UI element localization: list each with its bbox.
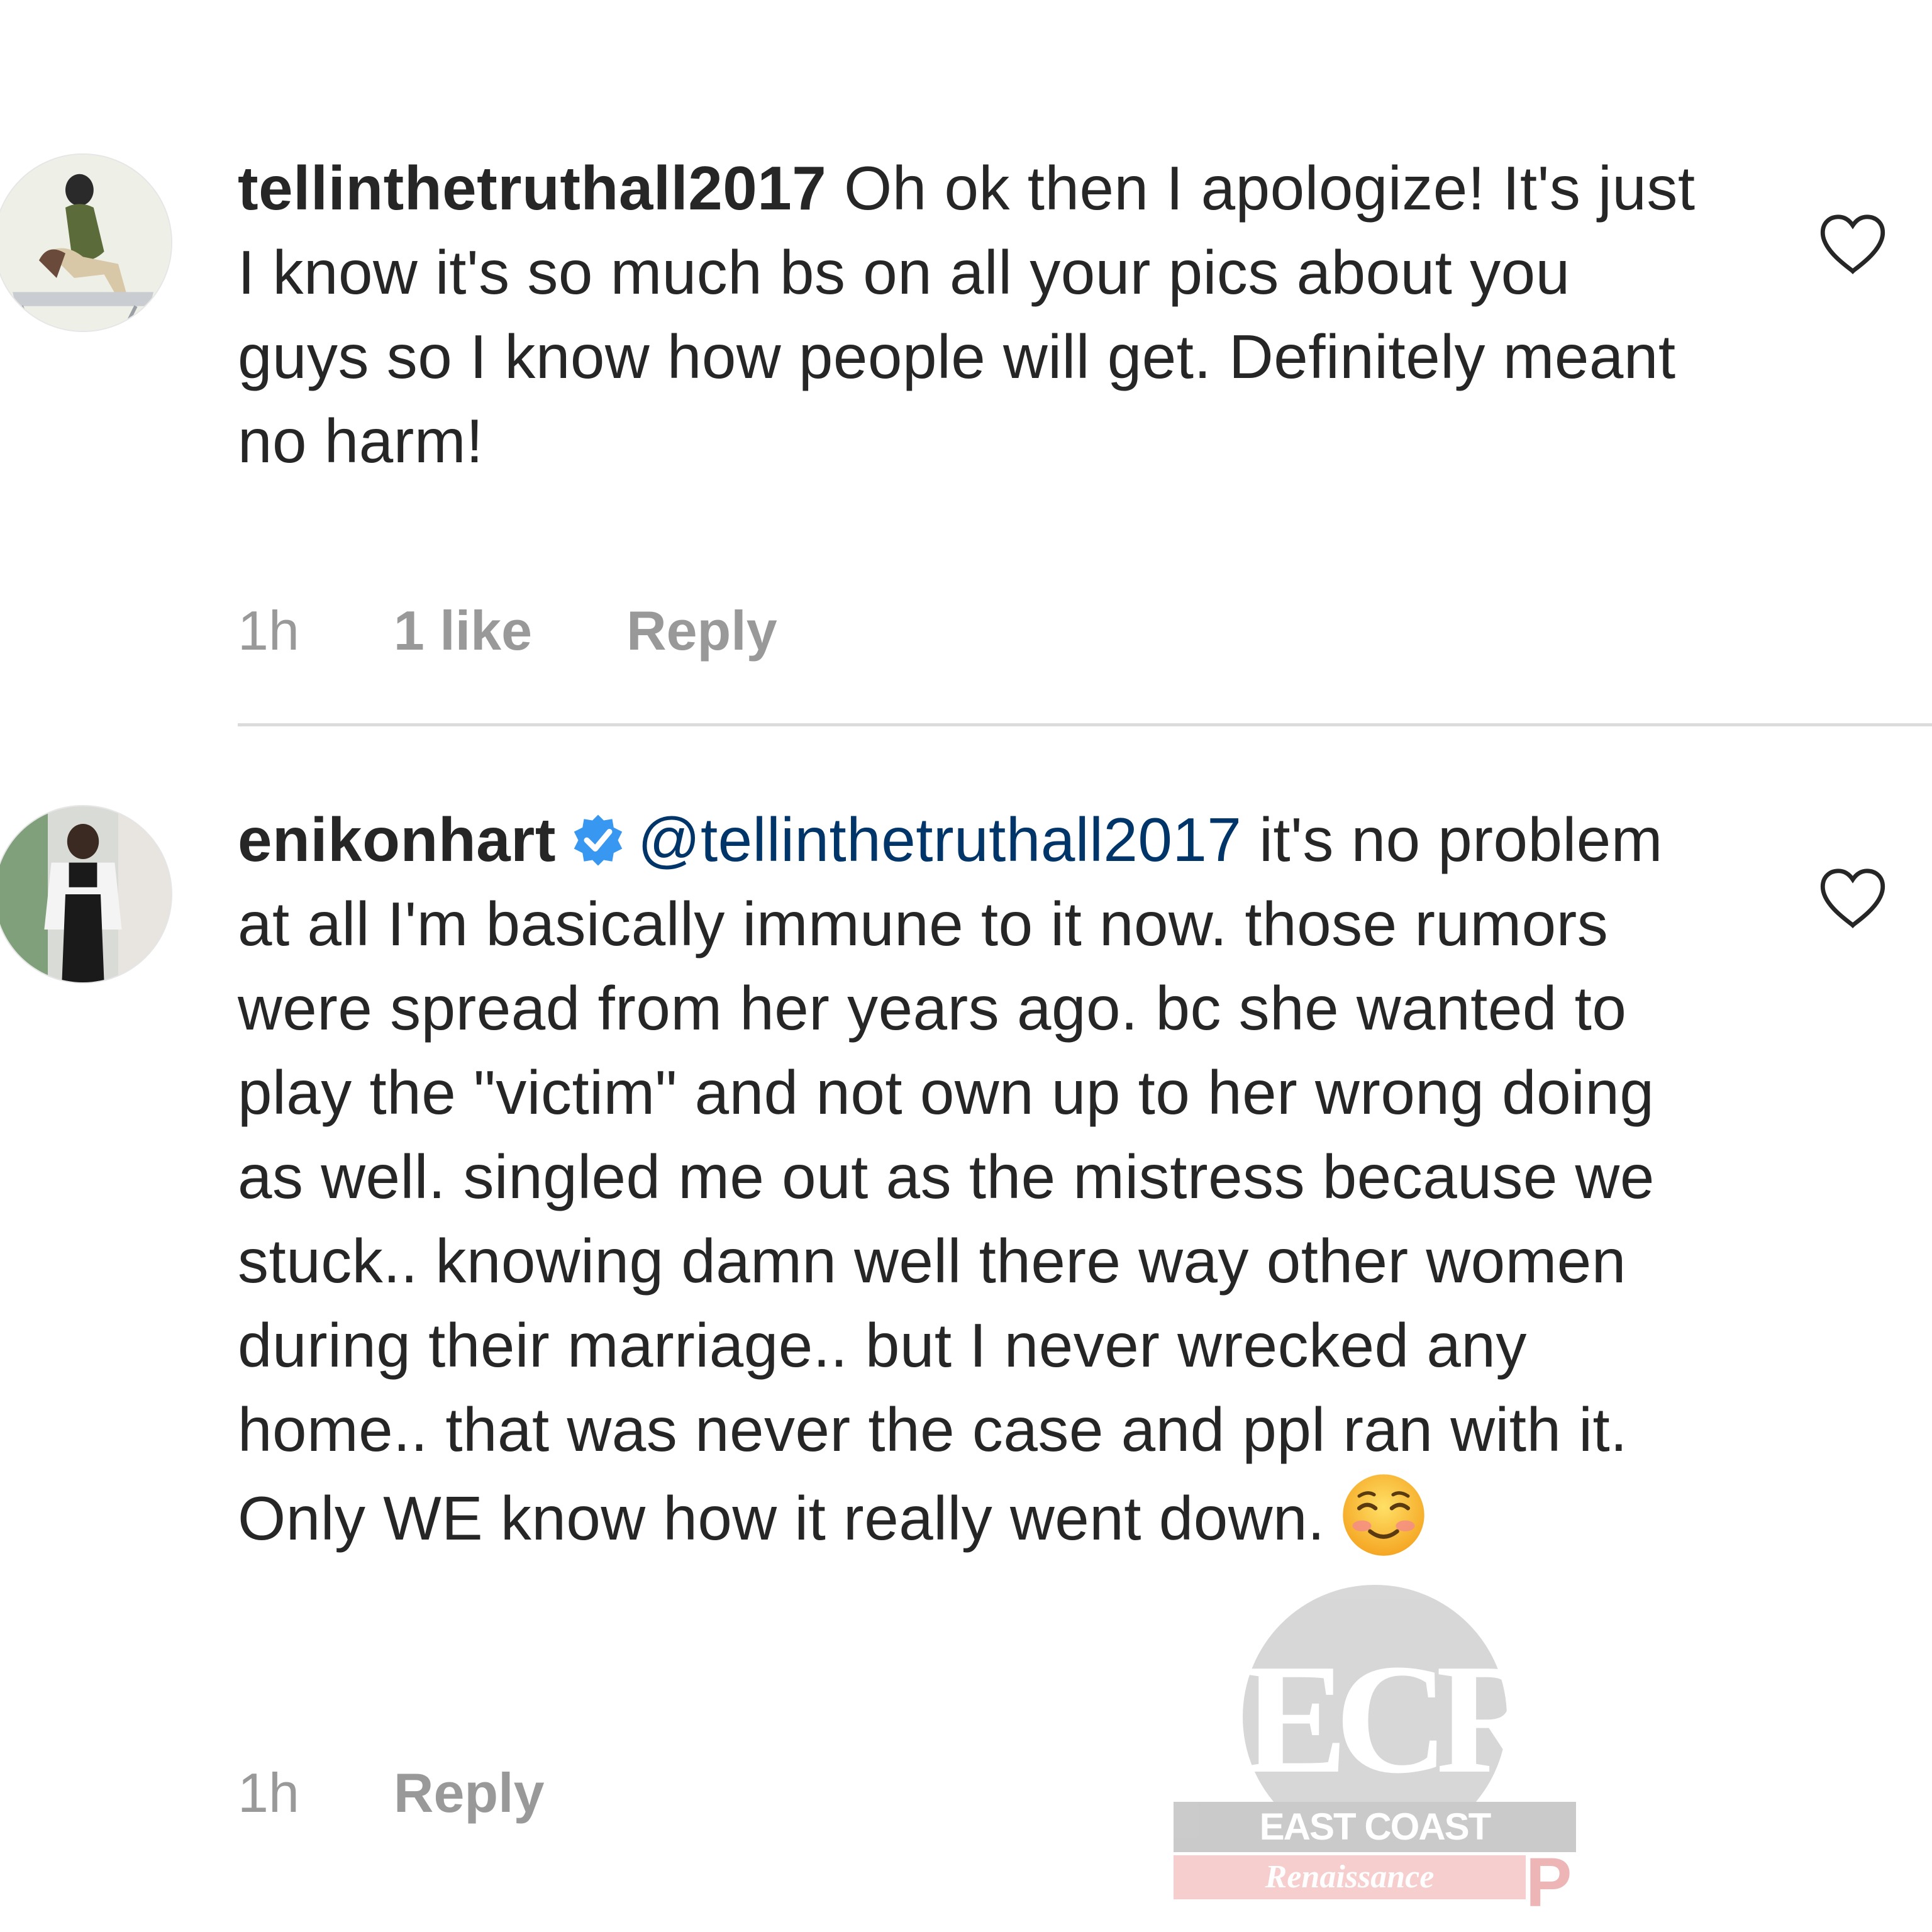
- watermark-logo: ECR EAST COAST Renaissance P: [1174, 1585, 1582, 1921]
- like-button[interactable]: [1818, 867, 1888, 930]
- like-button[interactable]: [1818, 213, 1888, 275]
- comment-username[interactable]: enikonhart: [238, 805, 556, 874]
- watermark-monogram: ECR: [1243, 1632, 1550, 1806]
- watermark-corner: P: [1526, 1844, 1572, 1921]
- verified-badge-icon: [570, 812, 626, 869]
- watermark-line2: Renaissance: [1174, 1855, 1526, 1899]
- heart-outline-icon: [1820, 869, 1885, 928]
- comment-meta: 1h 1 like Reply: [238, 599, 777, 663]
- user-avatar-icon: [0, 155, 171, 331]
- heart-outline-icon: [1820, 214, 1885, 274]
- reply-button[interactable]: Reply: [626, 599, 777, 663]
- comment-meta: 1h Reply: [238, 1761, 545, 1825]
- user-avatar-icon: [0, 806, 171, 982]
- comment-text-block: tellinthetruthall2017 Oh ok then I apolo…: [238, 146, 1703, 483]
- comment-timestamp: 1h: [238, 1762, 299, 1824]
- comment-timestamp: 1h: [238, 599, 299, 662]
- avatar[interactable]: [0, 153, 172, 332]
- comment-divider: [238, 723, 1932, 726]
- comment-text-block: enikonhart @tellinthetruthall2017 it's n…: [238, 797, 1703, 1560]
- comment-likes[interactable]: 1 like: [394, 599, 532, 663]
- comment-body: it's no problem at all I'm basically imm…: [238, 805, 1663, 1553]
- watermark-line1: EAST COAST: [1174, 1802, 1576, 1852]
- avatar[interactable]: [0, 805, 172, 984]
- reply-button[interactable]: Reply: [394, 1761, 545, 1825]
- mention-link[interactable]: @tellinthetruthall2017: [638, 805, 1241, 874]
- smiling-face-with-smiling-eyes-icon: [1340, 1472, 1427, 1558]
- comment-username[interactable]: tellinthetruthall2017: [238, 153, 826, 223]
